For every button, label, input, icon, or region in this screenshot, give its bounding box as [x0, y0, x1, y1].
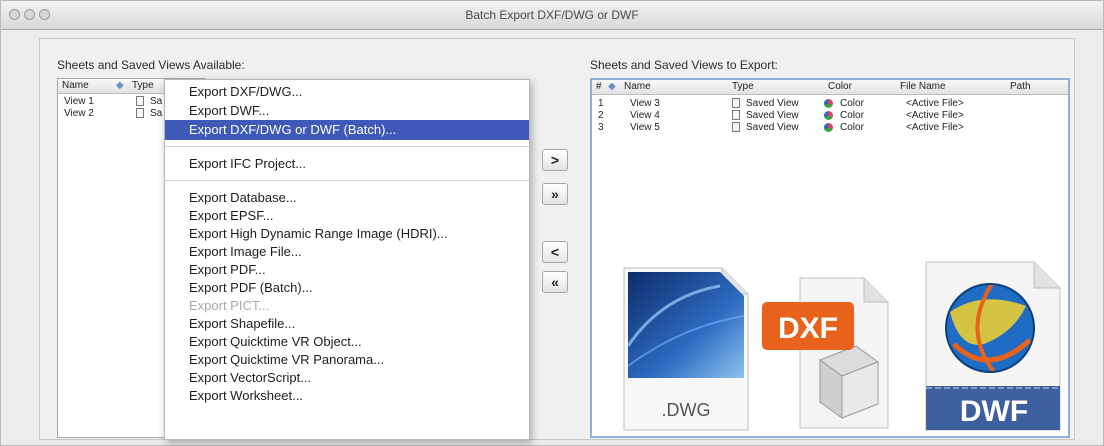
add-all-button[interactable]: »: [542, 183, 568, 205]
row-number: 2: [598, 110, 604, 121]
color-wheel-icon: [824, 122, 833, 133]
menu-separator: [165, 180, 529, 181]
number-column-header[interactable]: #: [596, 81, 602, 92]
menu-item-export-image[interactable]: Export Image File...: [165, 242, 529, 262]
color-wheel-icon: [824, 98, 833, 109]
type-column-header[interactable]: Type: [732, 81, 754, 92]
row-number: 1: [598, 98, 604, 109]
menu-item-export-qtvr-panorama[interactable]: Export Quicktime VR Panorama...: [165, 350, 529, 370]
row-name: View 2: [64, 108, 94, 119]
name-column-header[interactable]: Name: [62, 80, 89, 91]
sort-indicator-icon: ◆: [608, 81, 616, 92]
menu-item-export-dwf[interactable]: Export DWF...: [165, 101, 529, 121]
row-file-name: <Active File>: [906, 122, 964, 133]
menu-item-export-batch[interactable]: Export DXF/DWG or DWF (Batch)...: [165, 120, 529, 140]
menu-item-export-shapefile[interactable]: Export Shapefile...: [165, 314, 529, 334]
menu-item-export-ifc[interactable]: Export IFC Project...: [165, 154, 529, 174]
dwg-file-icon: .DWG: [622, 266, 750, 432]
row-type: Saved View: [746, 110, 799, 121]
row-file-name: <Active File>: [906, 98, 964, 109]
row-name: View 1: [64, 96, 94, 107]
row-name: View 5: [630, 122, 660, 133]
menu-item-export-worksheet[interactable]: Export Worksheet...: [165, 386, 529, 406]
row-type: Saved View: [746, 122, 799, 133]
color-column-header[interactable]: Color: [828, 81, 852, 92]
menu-item-export-hdri[interactable]: Export High Dynamic Range Image (HDRI)..…: [165, 224, 529, 244]
menu-item-export-pdf[interactable]: Export PDF...: [165, 260, 529, 280]
dxf-label: DXF: [778, 312, 838, 345]
name-column-header[interactable]: Name: [624, 81, 651, 92]
add-button[interactable]: >: [542, 149, 568, 171]
row-color: Color: [840, 122, 864, 133]
list-item[interactable]: View 2 Sa: [64, 108, 162, 119]
document-icon: [136, 96, 144, 107]
remove-button[interactable]: <: [542, 241, 568, 263]
window-title: Batch Export DXF/DWG or DWF: [465, 8, 639, 22]
type-column-header[interactable]: Type: [132, 80, 154, 91]
dxf-file-icon: DXF: [760, 272, 892, 432]
export-list-header: # ◆ Name Type Color File Name Path: [592, 80, 1068, 95]
document-icon: [732, 98, 740, 109]
menu-item-export-dxf-dwg[interactable]: Export DXF/DWG...: [165, 82, 529, 102]
export-views-label: Sheets and Saved Views to Export:: [590, 58, 778, 72]
row-name: View 3: [630, 98, 660, 109]
row-file-name: <Active File>: [906, 110, 964, 121]
menu-item-export-pict: Export PICT...: [189, 298, 270, 313]
path-column-header[interactable]: Path: [1010, 81, 1031, 92]
batch-export-window: Batch Export DXF/DWG or DWF Sheets and S…: [0, 0, 1104, 446]
file-name-column-header[interactable]: File Name: [900, 81, 946, 92]
color-wheel-icon: [824, 110, 833, 121]
row-type: Sa: [150, 108, 163, 119]
available-views-label: Sheets and Saved Views Available:: [57, 58, 245, 72]
row-color: Color: [840, 98, 864, 109]
export-popup-menu: Export DXF/DWG... Export DWF... Export D…: [164, 79, 530, 440]
row-name: View 4: [630, 110, 660, 121]
list-item[interactable]: View 1 Sa: [64, 96, 162, 107]
menu-item-export-database[interactable]: Export Database...: [165, 188, 529, 208]
row-number: 3: [598, 122, 604, 133]
menu-item-export-pdf-batch[interactable]: Export PDF (Batch)...: [165, 278, 529, 298]
document-icon: [136, 108, 144, 119]
sort-indicator-icon: ◆: [116, 80, 124, 91]
menu-item-export-vectorscript[interactable]: Export VectorScript...: [165, 368, 529, 388]
menu-separator: [165, 146, 529, 147]
dwf-label: DWF: [960, 395, 1028, 428]
dwg-label: .DWG: [662, 400, 711, 420]
menu-item-export-epsf[interactable]: Export EPSF...: [165, 206, 529, 226]
menu-item-export-qtvr-object[interactable]: Export Quicktime VR Object...: [165, 332, 529, 352]
title-bar: Batch Export DXF/DWG or DWF: [1, 1, 1103, 30]
row-type: Sa: [150, 96, 163, 107]
row-color: Color: [840, 110, 864, 121]
export-views-list[interactable]: # ◆ Name Type Color File Name Path 1 Vie…: [590, 78, 1070, 438]
dwf-file-icon: DWF: [922, 260, 1062, 432]
document-icon: [732, 110, 740, 121]
document-icon: [732, 122, 740, 133]
remove-all-button[interactable]: «: [542, 271, 568, 293]
row-type: Saved View: [746, 98, 799, 109]
